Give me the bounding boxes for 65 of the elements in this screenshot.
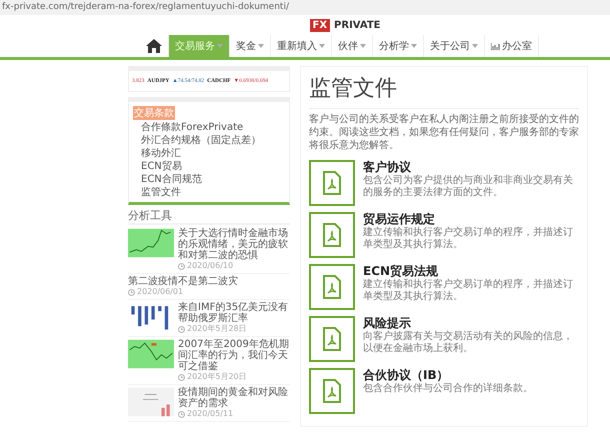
nav-menu-item[interactable]: 奖金 [230,35,271,57]
article-date: 2020年5月28日 [187,324,247,334]
logo-mark: FX [310,19,330,32]
chart-icon [491,42,500,50]
pdf-file-icon [322,171,342,195]
falling-chart-thumbnail [128,339,174,369]
document-title[interactable]: 风险提示 [363,316,579,331]
document-description: 建立传输和执行客户交易订单的程序，并描述订单类型及其执行算法。 [363,227,574,251]
document-description: 包含公司为客户提供的与商业和非商业交易有关的服务的主要法律方面的文件。 [363,175,574,199]
home-icon [146,39,162,53]
clock-icon [178,374,185,380]
office-nav-item[interactable]: 办公室 [485,35,539,57]
document-button[interactable] [309,316,355,362]
caret-icon [360,44,366,48]
article-link[interactable]: 来自IMF的35亿美元没有帮助俄罗斯汇率 [178,302,290,324]
document-button[interactable] [309,212,355,258]
article-link[interactable]: 关于大选行情时金融市场的乐观情绪，美元的疲软和对第二波的恐惧 [178,228,290,261]
sidebar-menu-item[interactable]: 移动外汇 [133,147,181,160]
document-button[interactable] [309,160,355,206]
article-link[interactable]: 2007年至2009年危机期间汇率的行为，我们今天可之借鉴 [178,339,290,372]
rising-chart-thumbnail [128,228,174,258]
document-title[interactable]: 贸易运作规定 [363,212,579,227]
pdf-file-icon [322,223,342,247]
document-title[interactable]: ECN贸易法规 [363,264,579,279]
document-title[interactable]: 客户协议 [363,160,579,175]
section-heading: 分析工具 [128,208,290,225]
clock-icon [178,410,185,418]
pdf-file-icon [322,275,342,299]
caret-icon [472,44,478,48]
sidebar-menu-heading: 交易条款 [133,106,175,120]
caret-icon [258,44,264,48]
document-description: 向客户披露有关与交易活动有关的风险的信息，以便在金融市场上获利。 [363,331,574,355]
sidebar-menu-item[interactable]: ECN合同规范 [133,173,202,186]
nav-menu-item[interactable]: 伙伴 [332,35,373,57]
article-date: 2020年5月20日 [187,372,247,382]
nav-menu-item[interactable]: 关于公司 [424,35,485,57]
sidebar-menu-item[interactable]: ECN贸易 [133,160,182,173]
table-chart-thumbnail [128,387,174,417]
clock-icon [128,288,135,296]
document-title[interactable]: 合伙协议（IB） [363,368,533,383]
article-date: 2020/06/01 [137,287,184,297]
document-button[interactable] [309,264,355,310]
clock-icon [178,262,185,270]
logo-text: PRIVATE [334,20,380,31]
document-button[interactable] [309,368,355,414]
article-date: 2020/05/11 [187,409,234,419]
intro-text: 客户与公司的关系受客户在私人内阁注册之前所接受的文件的约束。阅读这些文档，如果您有任何疑问，客户服务部的专家将很乐意为您解答。 [309,113,579,152]
article-link[interactable]: 第二波疫情不是第二波灾 [128,276,238,287]
caret-icon [217,44,223,48]
caret-icon [411,44,417,48]
address-bar[interactable]: fx-private.com/trejderam-na-forex/reglamentuyuchi-dokumenti/ [0,0,610,15]
document-description: 包含合作伙伴与公司合作的详细条款。 [363,383,533,395]
nav-menu-item[interactable]: 分析学 [373,35,424,57]
pdf-file-icon [322,379,342,403]
sidebar-menu-item[interactable]: 合作條款ForexPrivate [133,121,244,134]
document-description: 建立传输和执行客户交易订单的程序，并描述订单类型及其执行算法。 [363,279,574,303]
clock-icon [178,326,185,332]
nav-menu-item[interactable]: 重新填入 [271,35,332,57]
page-title: 监管文件 [309,73,579,109]
article-link[interactable]: 疫情期间的黄金和对风险资产的需求 [178,387,290,409]
pdf-file-icon [322,327,342,351]
sidebar-menu-item[interactable]: 监管文件 [133,186,181,199]
caret-icon [319,44,325,48]
sidebar-menu-item[interactable]: 外汇合约规格（固定点差） [133,134,261,147]
article-date: 2020/06/10 [187,261,234,271]
